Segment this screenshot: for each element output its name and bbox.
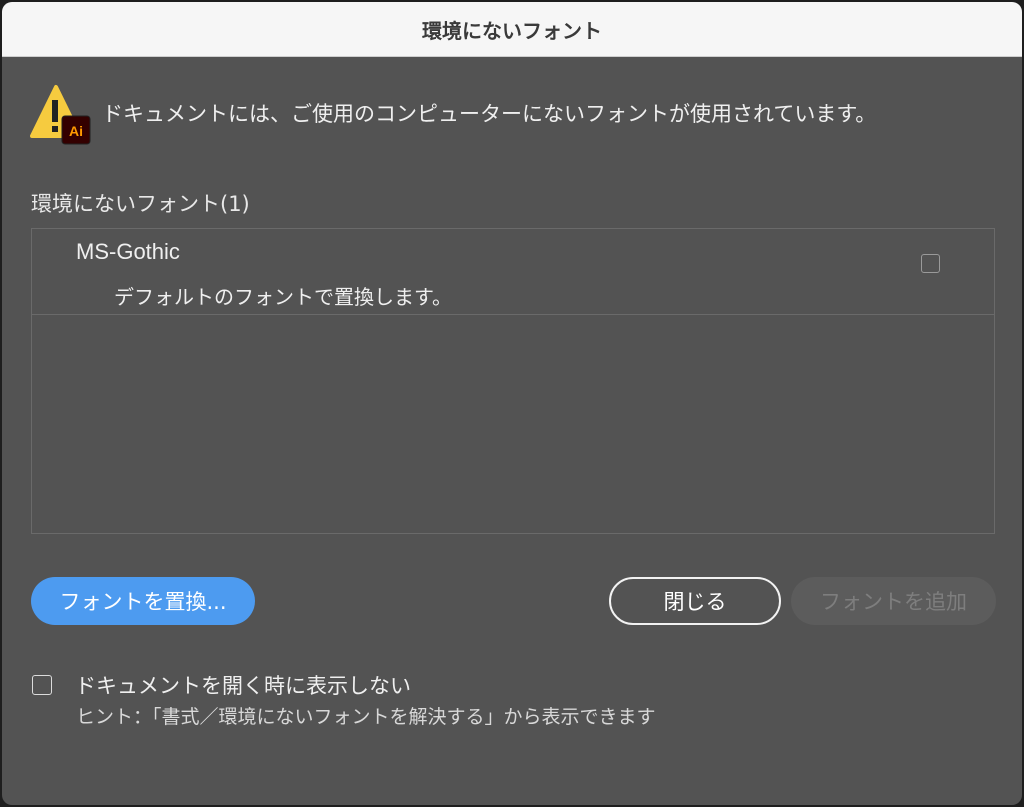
dialog-message: ドキュメントには、ご使用のコンピューターにないフォントが使用されています。	[102, 102, 877, 126]
app-badge-text: Ai	[69, 123, 83, 139]
replace-font-button[interactable]: フォントを置換...	[31, 577, 255, 625]
close-button[interactable]: 閉じる	[609, 577, 781, 625]
missing-fonts-dialog: 環境にないフォント Ai ドキュメントには、ご使用のコンピューターにないフォント…	[2, 2, 1022, 805]
list-item[interactable]: MS-Gothic デフォルトのフォントで置換します。	[32, 229, 994, 315]
dont-show-label[interactable]: ドキュメントを開く時に表示しない	[75, 670, 411, 700]
illustrator-app-icon: Ai	[61, 115, 91, 145]
dialog-title: 環境にないフォント	[422, 18, 602, 43]
font-action: デフォルトのフォントで置換します。	[114, 285, 452, 309]
warning-icon: Ai	[30, 85, 91, 145]
dont-show-checkbox[interactable]	[32, 675, 52, 695]
missing-fonts-label: 環境にないフォント(1)	[31, 192, 250, 216]
hint-text: ヒント：「書式／環境にないフォントを解決する」から表示できます	[76, 706, 656, 728]
missing-fonts-list: MS-Gothic デフォルトのフォントで置換します。	[31, 228, 995, 534]
font-name: MS-Gothic	[76, 239, 180, 264]
dont-show-option[interactable]: ドキュメントを開く時に表示しない	[32, 670, 411, 700]
font-row-checkbox[interactable]	[921, 254, 940, 273]
dialog-title-bar: 環境にないフォント	[2, 2, 1022, 57]
add-font-button: フォントを追加	[791, 577, 996, 625]
